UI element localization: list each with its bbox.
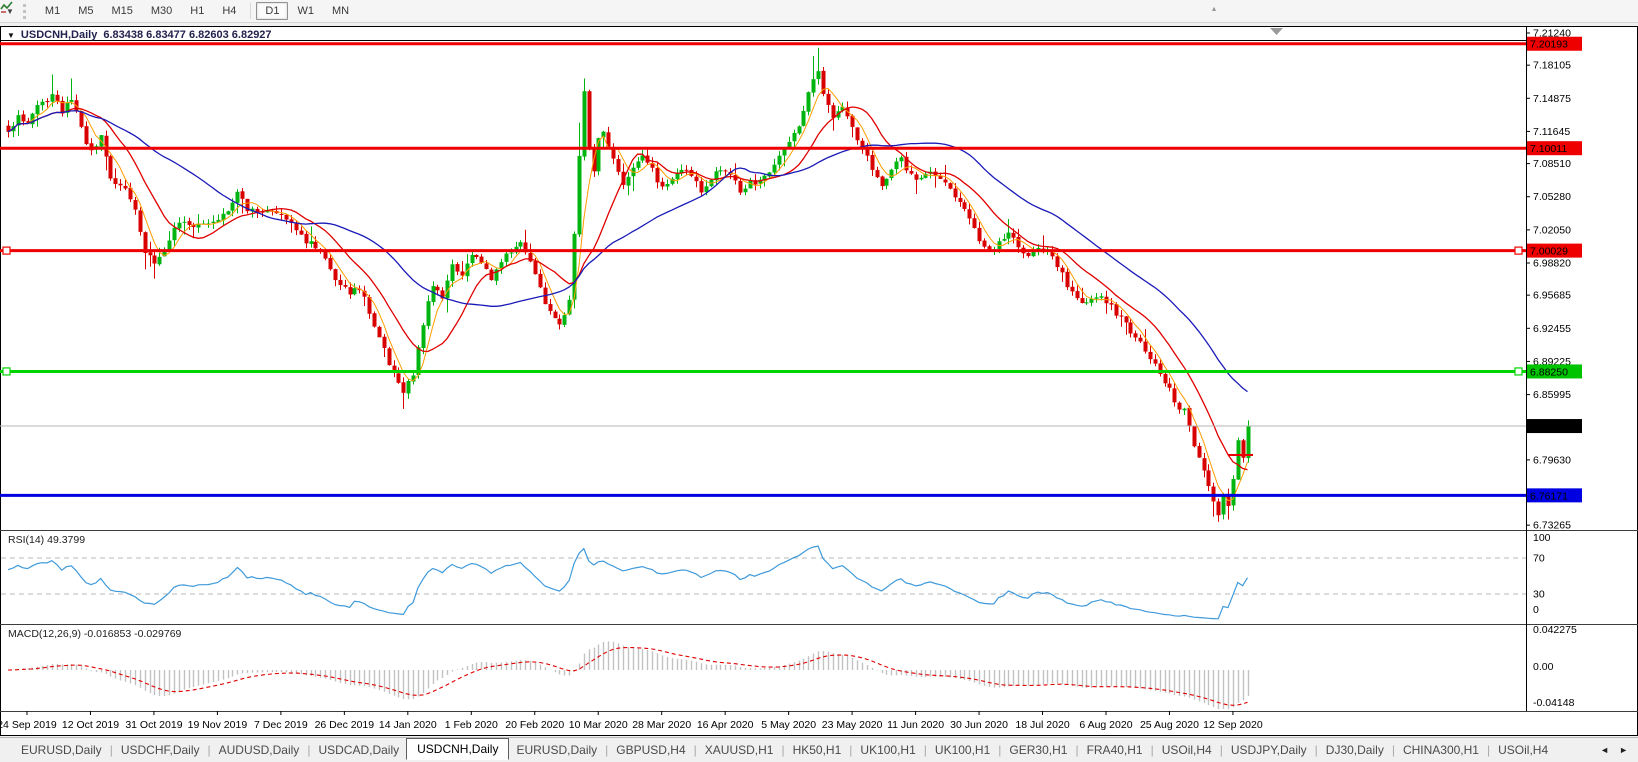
x-axis-date-label: 16 Apr 2020	[697, 719, 754, 731]
y-axis-tick-label: 7.14875	[1533, 93, 1571, 105]
timeframe-toolbar: ▼ M1M5M15M30H1H4 D1W1MN ▴	[0, 0, 1638, 23]
y-axis-tick-label: 7.05280	[1533, 191, 1571, 203]
x-axis-date-label: 18 Jul 2020	[1015, 719, 1069, 731]
x-axis-date-label: 23 May 2020	[822, 719, 883, 731]
tab-scroll-left-icon[interactable]: ◄	[1600, 745, 1609, 755]
toolbar-overflow-icon[interactable]: ▴	[1212, 4, 1216, 13]
chart-title: ▼ USDCNH,Daily 6.83438 6.83477 6.82603 6…	[7, 29, 272, 41]
rsi-axis-label: 0	[1533, 604, 1539, 616]
macd-axis-label: 0.042275	[1533, 624, 1577, 636]
x-axis-date-label: 28 Mar 2020	[632, 719, 691, 731]
hline-handle[interactable]	[3, 247, 10, 254]
x-axis-date-label: 12 Sep 2020	[1203, 719, 1263, 731]
hline-handle[interactable]	[1515, 368, 1522, 375]
chart-tab-4-usdcnh-daily[interactable]: USDCNH,Daily	[406, 738, 509, 760]
x-axis-date-label: 26 Dec 2019	[315, 719, 375, 731]
y-axis-tick-label: 6.85995	[1533, 389, 1571, 401]
axis-price-box-label: 7.00029	[1530, 246, 1568, 258]
x-axis-date-label: 10 Mar 2020	[569, 719, 628, 731]
x-axis-date-label: 11 Jun 2020	[887, 719, 944, 731]
y-axis-tick-label: 7.08510	[1533, 158, 1571, 170]
chart-tool-button[interactable]: ▼	[3, 6, 17, 17]
timeframe-button-h4[interactable]: H4	[213, 2, 245, 20]
timeframe-button-m30[interactable]: M30	[142, 2, 181, 20]
x-axis-date-label: 7 Dec 2019	[254, 719, 308, 731]
chart-canvas: 7.212407.181057.148757.116457.085107.052…	[0, 0, 1638, 762]
axis-price-box-label: 6.82927	[1530, 421, 1568, 433]
chart-tab-16-china300-h1[interactable]: CHINA300,H1	[1396, 740, 1486, 760]
chart-tab-3-usdcad-daily[interactable]: USDCAD,Daily	[311, 740, 406, 760]
rsi-axis-label: 70	[1533, 553, 1545, 565]
chart-tab-1-usdchf-daily[interactable]: USDCHF,Daily	[114, 740, 207, 760]
timeframe-button-mn[interactable]: MN	[323, 2, 358, 20]
chart-tab-0-eurusd-daily[interactable]: EURUSD,Daily	[14, 740, 109, 760]
x-axis-date-label: 25 Aug 2020	[1140, 719, 1199, 731]
y-axis-tick-label: 6.79630	[1533, 454, 1571, 466]
chart-tab-7-xauusd-h1[interactable]: XAUUSD,H1	[698, 740, 781, 760]
chart-tab-15-dj30-daily[interactable]: DJ30,Daily	[1319, 740, 1391, 760]
chart-tab-17-usoil-h4[interactable]: USOil,H4	[1491, 740, 1555, 760]
ohlc-quote: 6.83438 6.83477 6.82603 6.82927	[103, 29, 271, 41]
hline-handle[interactable]	[1515, 247, 1522, 254]
timeframe-buttons: M1M5M15M30H1H4 D1W1MN	[36, 2, 358, 20]
chart-tab-5-eurusd-daily[interactable]: EURUSD,Daily	[509, 740, 604, 760]
chart-tab-10-uk100-h1[interactable]: UK100,H1	[928, 740, 997, 760]
mt4-window: 7.212407.181057.148757.116457.085107.052…	[0, 0, 1638, 762]
hline-handle[interactable]	[3, 368, 10, 375]
y-axis-tick-label: 6.73265	[1533, 520, 1571, 532]
timeframe-button-m1[interactable]: M1	[36, 2, 69, 20]
chart-tab-13-usoil-h4[interactable]: USOil,H4	[1155, 740, 1219, 760]
axis-price-box-label: 6.76171	[1530, 490, 1568, 502]
rsi-label: RSI(14) 49.3799	[8, 534, 85, 546]
chart-tab-9-uk100-h1[interactable]: UK100,H1	[853, 740, 922, 760]
x-axis-date-label: 1 Feb 2020	[445, 719, 498, 731]
x-axis-date-label: 20 Feb 2020	[505, 719, 564, 731]
chart-tab-11-ger30-h1[interactable]: GER30,H1	[1002, 740, 1074, 760]
x-axis-date-label: 5 May 2020	[761, 719, 816, 731]
timeframe-button-w1[interactable]: W1	[288, 2, 323, 20]
window-menu-icon[interactable]: ▼	[7, 31, 15, 40]
y-axis-tick-label: 7.18105	[1533, 60, 1571, 72]
rsi-axis-label: 30	[1533, 589, 1545, 601]
timeframe-button-m5[interactable]: M5	[69, 2, 102, 20]
macd-label: MACD(12,26,9) -0.016853 -0.029769	[8, 628, 181, 640]
axis-price-box-label: 6.88250	[1530, 366, 1568, 378]
x-axis-date-label: 12 Oct 2019	[62, 719, 119, 731]
toolbar-separator	[250, 3, 251, 19]
y-axis-tick-label: 6.95685	[1533, 290, 1571, 302]
x-axis-date-label: 31 Oct 2019	[125, 719, 182, 731]
toolbar-grip[interactable]	[23, 4, 28, 19]
x-axis-date-label: 14 Jan 2020	[379, 719, 437, 731]
chart-tab-bar: EURUSD,Daily|USDCHF,Daily|AUDUSD,Daily|U…	[0, 737, 1638, 762]
timeframe-button-m15[interactable]: M15	[102, 2, 141, 20]
y-axis-tick-label: 6.98820	[1533, 258, 1571, 270]
macd-axis-label: -0.04148	[1533, 697, 1575, 709]
chart-tab-14-usdjpy-daily[interactable]: USDJPY,Daily	[1224, 740, 1314, 760]
axis-price-box-label: 7.20193	[1530, 39, 1568, 51]
chart-tab-8-hk50-h1[interactable]: HK50,H1	[786, 740, 849, 760]
tab-bar-items: EURUSD,Daily|USDCHF,Daily|AUDUSD,Daily|U…	[14, 739, 1555, 761]
tab-scroll-right-icon[interactable]: ►	[1619, 745, 1628, 755]
x-axis-date-label: 24 Sep 2019	[0, 719, 57, 731]
timeframe-button-h1[interactable]: H1	[181, 2, 213, 20]
axis-price-box-label: 7.10011	[1530, 143, 1567, 155]
timeframe-button-d1[interactable]: D1	[256, 2, 288, 20]
symbol-title: USDCNH,Daily	[21, 29, 97, 41]
tab-nav: ◄ ►	[1600, 745, 1638, 755]
y-axis-tick-label: 7.02050	[1533, 224, 1571, 236]
chart-tab-6-gbpusd-h4[interactable]: GBPUSD,H4	[609, 740, 692, 760]
x-axis-date-label: 30 Jun 2020	[950, 719, 1008, 731]
chart-tab-2-audusd-daily[interactable]: AUDUSD,Daily	[212, 740, 307, 760]
rsi-axis-label: 100	[1533, 532, 1551, 544]
x-axis-date-label: 6 Aug 2020	[1079, 719, 1132, 731]
macd-axis-label: 0.00	[1533, 661, 1554, 673]
y-axis-tick-label: 6.92455	[1533, 323, 1571, 335]
x-axis-date-label: 19 Nov 2019	[188, 719, 248, 731]
chart-tab-12-fra40-h1[interactable]: FRA40,H1	[1080, 740, 1150, 760]
zigzag-icon	[0, 0, 13, 13]
y-axis-tick-label: 7.11645	[1533, 126, 1570, 138]
